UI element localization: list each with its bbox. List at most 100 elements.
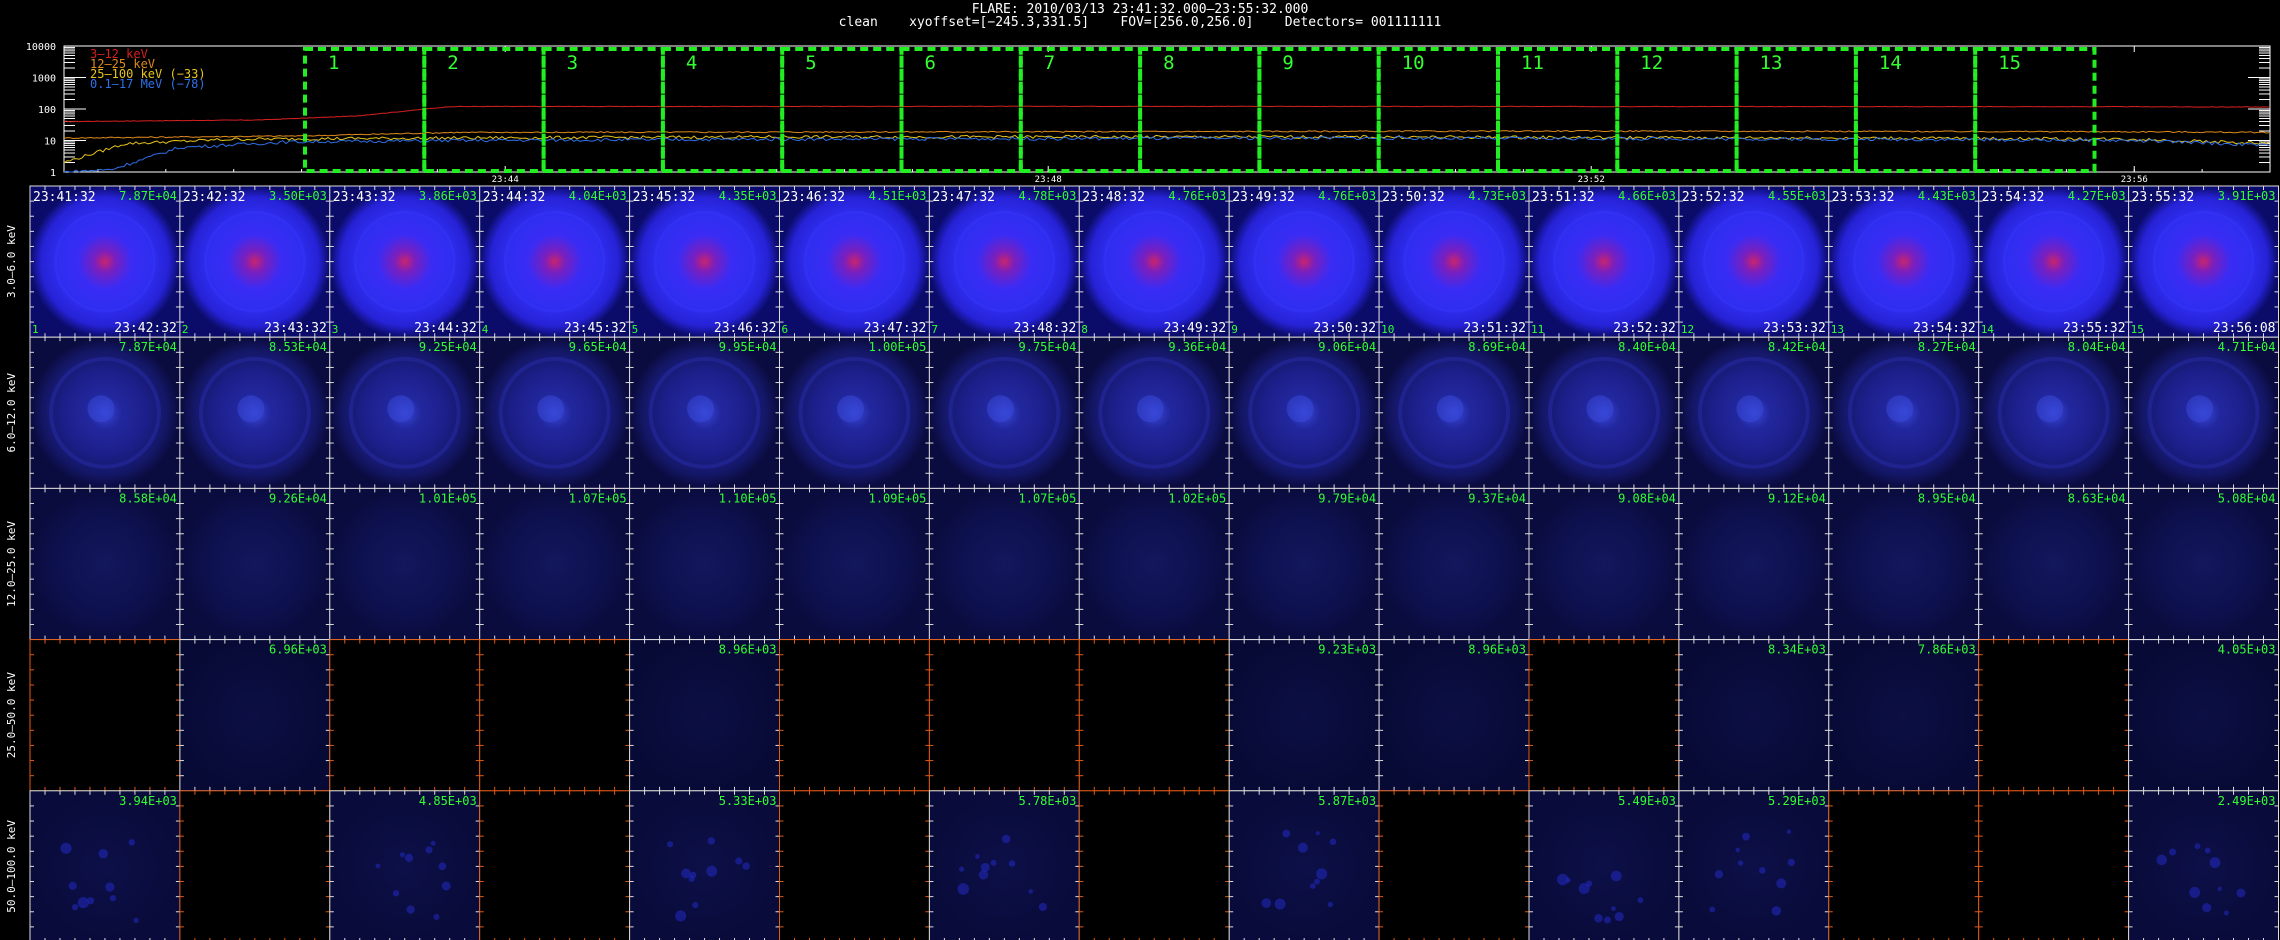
source-core — [2036, 395, 2064, 423]
image-tile: 7.87E+04 23:41:32 23:42:32 1 — [29, 185, 181, 338]
image-tile — [1378, 790, 1530, 940]
image-background — [929, 488, 1080, 640]
tile-max-value: 9.06E+04 — [1318, 340, 1376, 354]
image-background — [1678, 790, 1829, 940]
noise-blob — [1001, 834, 1011, 844]
image-background — [1379, 488, 1529, 640]
tile-max-value: 1.07E+05 — [1019, 491, 1077, 505]
tile-max-value: 9.26E+04 — [269, 491, 327, 505]
image-tile: 1.02E+05 — [1078, 487, 1230, 641]
noise-blob — [2189, 886, 2201, 898]
noise-blob — [1603, 916, 1611, 924]
noise-blob — [60, 842, 72, 854]
time-window-label: 6 — [925, 52, 936, 74]
noise-blob — [128, 839, 136, 846]
noise-blob — [735, 857, 743, 865]
image-tile: 4.73E+03 23:50:32 23:51:32 10 — [1378, 185, 1530, 338]
empty-image — [479, 790, 630, 940]
noise-blob — [2156, 854, 2168, 866]
tile-max-value: 1.01E+05 — [419, 491, 477, 505]
tile-start-time: 23:49:32 — [1232, 190, 1295, 205]
tile-end-time: 23:52:32 — [1613, 321, 1676, 336]
energy-band-label: 25.0–50.0 keV — [5, 672, 18, 758]
source-core — [2186, 395, 2214, 423]
noise-blob — [2236, 888, 2246, 898]
image-tile: 9.75E+04 — [928, 336, 1080, 489]
source-emission — [1229, 186, 1380, 338]
source-emission — [629, 186, 780, 338]
noise-blob — [1038, 902, 1048, 912]
tile-max-value: 4.71E+04 — [2218, 340, 2276, 354]
noise-blob — [978, 870, 989, 880]
image-tile — [1828, 790, 1980, 940]
noise-blob — [1735, 847, 1740, 853]
image-tile: 9.06E+04 — [1228, 336, 1380, 489]
tile-window-index: 5 — [632, 323, 639, 336]
image-background — [1229, 790, 1380, 940]
image-tile: 8.69E+04 — [1378, 336, 1530, 489]
empty-image — [329, 639, 480, 791]
noise-blob — [1316, 868, 1328, 880]
image-tile — [779, 639, 930, 792]
tile-max-value: 5.49E+03 — [1618, 794, 1676, 808]
image-tile: 5.33E+03 — [629, 790, 780, 940]
time-window-label: 4 — [686, 52, 697, 74]
noise-blob — [990, 859, 997, 866]
image-background — [179, 488, 330, 640]
tile-max-value: 4.05E+03 — [2218, 643, 2276, 657]
tile-max-value: 8.95E+04 — [1918, 491, 1976, 505]
tile-max-value: 3.91E+03 — [2218, 189, 2276, 203]
source-core — [836, 395, 864, 423]
time-window-label: 8 — [1163, 52, 1174, 74]
tile-max-value: 4.27E+03 — [2068, 189, 2126, 203]
tile-window-index: 2 — [182, 323, 189, 336]
figure-canvas: 10000100010010123:44 23:48 23:52 23:563–12 … — [5, 42, 2280, 940]
noise-blob — [430, 840, 436, 846]
noise-blob — [1637, 897, 1644, 904]
time-window-box — [1734, 47, 1858, 173]
image-tile: 4.66E+03 23:51:32 23:52:32 11 — [1528, 185, 1680, 338]
source-core — [537, 395, 565, 423]
tile-start-time: 23:41:32 — [33, 190, 96, 205]
noise-blob — [1610, 870, 1622, 882]
image-tile: 4.05E+03 — [2128, 639, 2280, 792]
y-tick-label: 100 — [38, 105, 56, 116]
image-background — [1529, 790, 1679, 940]
image-tile: 8.63E+04 — [1978, 487, 2130, 641]
tile-max-value: 4.73E+03 — [1468, 189, 1526, 203]
tile-max-value: 4.04E+03 — [569, 189, 627, 203]
image-background — [1529, 488, 1679, 640]
source-core — [687, 395, 715, 423]
y-tick-label: 10 — [44, 137, 56, 148]
noise-blob — [707, 837, 716, 845]
image-tile: 8.58E+04 — [29, 487, 181, 641]
energy-band-label: 6.0–12.0 keV — [5, 373, 18, 453]
time-window-box — [1853, 47, 1978, 173]
source-core — [986, 395, 1014, 423]
time-window-label: 1 — [328, 52, 339, 74]
tile-start-time: 23:42:32 — [183, 190, 246, 205]
x-tick-label: 23:44 — [492, 175, 519, 185]
image-tile: 3.86E+03 23:43:32 23:44:32 3 — [329, 185, 481, 338]
tile-max-value: 1.07E+05 — [569, 491, 627, 505]
tile-window-index: 15 — [2131, 323, 2144, 336]
noise-blob — [68, 881, 77, 891]
noise-blob — [87, 897, 95, 905]
image-tile: 1.07E+05 — [928, 487, 1080, 641]
noise-blob — [438, 862, 447, 871]
tile-max-value: 7.86E+03 — [1918, 643, 1976, 657]
tile-end-time: 23:53:32 — [1763, 321, 1826, 336]
tile-max-value: 4.85E+03 — [419, 794, 477, 808]
noise-blob — [1314, 878, 1320, 885]
image-tile: 4.55E+03 23:52:32 23:53:32 12 — [1678, 185, 1830, 338]
tile-start-time: 23:47:32 — [932, 190, 995, 205]
tile-start-time: 23:46:32 — [783, 190, 846, 205]
noise-blob — [1282, 829, 1291, 838]
image-tile: 1.00E+05 — [779, 336, 930, 489]
empty-image — [179, 790, 330, 940]
tile-end-time: 23:56:08 — [2213, 321, 2276, 336]
empty-image — [479, 639, 630, 791]
image-tile: 4.78E+03 23:47:32 23:48:32 7 — [928, 185, 1080, 338]
image-background — [2128, 639, 2279, 791]
tile-start-time: 23:53:32 — [1832, 190, 1895, 205]
